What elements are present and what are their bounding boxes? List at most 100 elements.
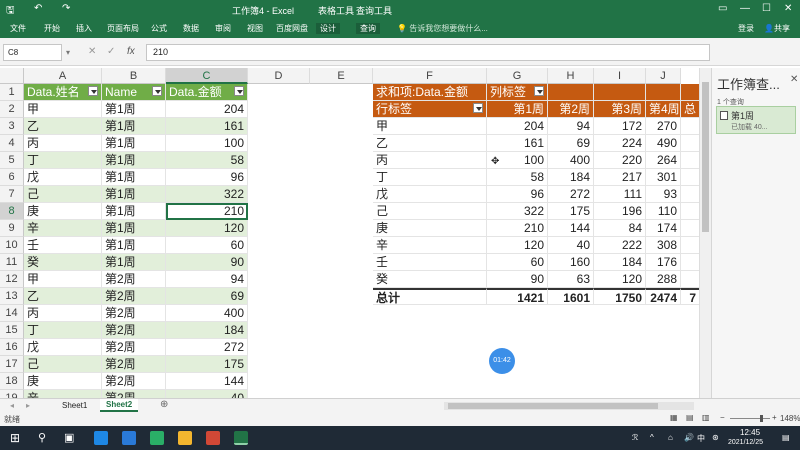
vertical-scrollbar[interactable]	[699, 68, 711, 398]
table-cell-amount[interactable]: 100	[166, 135, 248, 152]
table-cell-amount[interactable]: 322	[166, 186, 248, 203]
pivot-row-name[interactable]: 乙	[373, 135, 487, 152]
pivot-row-name[interactable]: 癸	[373, 271, 487, 288]
pivot-total-value[interactable]: 1750	[594, 288, 646, 305]
pivot-value-cell[interactable]	[681, 152, 700, 169]
pivot-value-cell[interactable]	[681, 220, 700, 237]
pivot-total-value[interactable]: 2474	[646, 288, 681, 305]
table-cell-name[interactable]: 丙	[24, 135, 102, 152]
pivot-column-header[interactable]: 第2周	[548, 101, 594, 118]
table-cell-name[interactable]: 乙	[24, 288, 102, 305]
network-icon[interactable]: ⌂	[668, 433, 673, 442]
table-cell-week[interactable]: 第2周	[102, 356, 166, 373]
row-header[interactable]: 16	[0, 339, 24, 356]
table-cell-amount[interactable]: 272	[166, 339, 248, 356]
ribbon-display-icon[interactable]: ▭	[718, 3, 727, 14]
table-cell-week[interactable]: 第2周	[102, 339, 166, 356]
horizontal-scrollbar[interactable]	[444, 402, 694, 410]
table-cell-week[interactable]: 第1周	[102, 135, 166, 152]
table-cell-amount[interactable]: 120	[166, 220, 248, 237]
pivot-header-blank[interactable]	[548, 84, 594, 101]
table-cell-week[interactable]: 第2周	[102, 288, 166, 305]
pivot-value-cell[interactable]: 224	[594, 135, 646, 152]
table-cell-amount[interactable]: 58	[166, 152, 248, 169]
name-box-dropdown-icon[interactable]: ▾	[66, 48, 70, 57]
table-cell-name[interactable]: 庚	[24, 373, 102, 390]
tray-app-icon[interactable]: ⊛	[712, 433, 719, 442]
pivot-row-name[interactable]: 甲	[373, 118, 487, 135]
filter-dropdown-icon[interactable]	[234, 86, 244, 96]
pivot-value-cell[interactable]: 270	[646, 118, 681, 135]
table-cell-name[interactable]: 己	[24, 356, 102, 373]
row-header[interactable]: 10	[0, 237, 24, 254]
column-header-c[interactable]: C	[166, 68, 248, 84]
pivot-col-filter-icon[interactable]	[534, 86, 544, 96]
row-header[interactable]: 13	[0, 288, 24, 305]
table-header-cell[interactable]: Name	[102, 84, 166, 101]
table-cell-week[interactable]: 第1周	[102, 101, 166, 118]
pivot-value-cell[interactable]: 176	[646, 254, 681, 271]
column-header-j[interactable]: J	[646, 68, 681, 84]
row-header[interactable]: 15	[0, 322, 24, 339]
table-cell-week[interactable]: 第2周	[102, 322, 166, 339]
pivot-value-cell[interactable]: 160	[548, 254, 594, 271]
selected-cell-c8[interactable]: 210	[166, 203, 248, 220]
pivot-total-label[interactable]: 总计	[373, 288, 487, 305]
pivot-column-header[interactable]: 总	[681, 101, 700, 118]
sheet-tab-sheet1[interactable]: Sheet1	[62, 401, 87, 410]
pane-close-icon[interactable]: ✕	[790, 74, 798, 85]
file-explorer-icon[interactable]	[178, 431, 192, 445]
table-cell-amount[interactable]: 400	[166, 305, 248, 322]
table-cell-amount[interactable]: 161	[166, 118, 248, 135]
table-cell-week[interactable]: 第1周	[102, 220, 166, 237]
scroll-thumb[interactable]	[702, 82, 709, 232]
video-player-icon[interactable]	[206, 431, 220, 445]
zoom-in-icon[interactable]: +	[772, 413, 777, 422]
formula-input[interactable]: 210	[146, 44, 710, 61]
pivot-value-cell[interactable]: 120	[487, 237, 548, 254]
table-cell-name[interactable]: 丙	[24, 305, 102, 322]
pivot-value-cell[interactable]: 40	[548, 237, 594, 254]
table-cell-week[interactable]: 第1周	[102, 186, 166, 203]
pivot-value-cell[interactable]: 196	[594, 203, 646, 220]
worksheet-grid[interactable]: ABCDEFGHIJ 1 2 3 4 5 6 7 8 9 10 11 12 13 14 15 16 17 18 19…	[0, 68, 700, 398]
table-cell-week[interactable]: 第2周	[102, 305, 166, 322]
pivot-column-header[interactable]: 第1周	[487, 101, 548, 118]
row-header[interactable]: 17	[0, 356, 24, 373]
pivot-value-cell[interactable]: 111	[594, 186, 646, 203]
normal-view-icon[interactable]: ▦	[670, 413, 678, 422]
tab-baidu[interactable]: 百度网盘	[276, 23, 308, 34]
pivot-value-cell[interactable]	[681, 118, 700, 135]
pivot-col-label-cell[interactable]: 列标签	[487, 84, 548, 101]
pivot-row-name[interactable]: 壬	[373, 254, 487, 271]
tab-review[interactable]: 审阅	[215, 23, 231, 34]
pivot-value-label[interactable]: 求和项:Data.金额	[373, 84, 487, 101]
pivot-value-cell[interactable]: 222	[594, 237, 646, 254]
pivot-value-cell[interactable]: 308	[646, 237, 681, 254]
pivot-value-cell[interactable]: 204	[487, 118, 548, 135]
pivot-value-cell[interactable]: 322	[487, 203, 548, 220]
task-view-icon[interactable]: ▣	[64, 431, 74, 444]
pivot-header-blank[interactable]	[681, 84, 700, 101]
pivot-value-cell[interactable]: 144	[548, 220, 594, 237]
row-header[interactable]: 12	[0, 271, 24, 288]
table-cell-week[interactable]: 第1周	[102, 254, 166, 271]
pivot-row-label-cell[interactable]: 行标签	[373, 101, 487, 118]
pivot-value-cell[interactable]: 217	[594, 169, 646, 186]
table-cell-name[interactable]: 乙	[24, 118, 102, 135]
row-header[interactable]: 8	[0, 203, 24, 220]
zoom-level[interactable]: 148%	[780, 414, 800, 423]
select-all-corner[interactable]	[0, 68, 24, 84]
tab-view[interactable]: 视图	[247, 23, 263, 34]
table-header-cell[interactable]: Data.姓名	[24, 84, 102, 101]
pivot-row-name[interactable]: 戊	[373, 186, 487, 203]
row-header[interactable]: 1	[0, 84, 24, 101]
zoom-out-icon[interactable]: −	[720, 413, 725, 422]
ime-icon[interactable]: ℛ	[632, 433, 638, 442]
pivot-value-cell[interactable]: 120	[594, 271, 646, 288]
next-sheet-icon[interactable]: ▸	[26, 401, 30, 410]
pivot-header-blank[interactable]	[646, 84, 681, 101]
filter-dropdown-icon[interactable]	[152, 86, 162, 96]
add-sheet-icon[interactable]: ⊕	[160, 399, 168, 410]
row-header[interactable]: 4	[0, 135, 24, 152]
